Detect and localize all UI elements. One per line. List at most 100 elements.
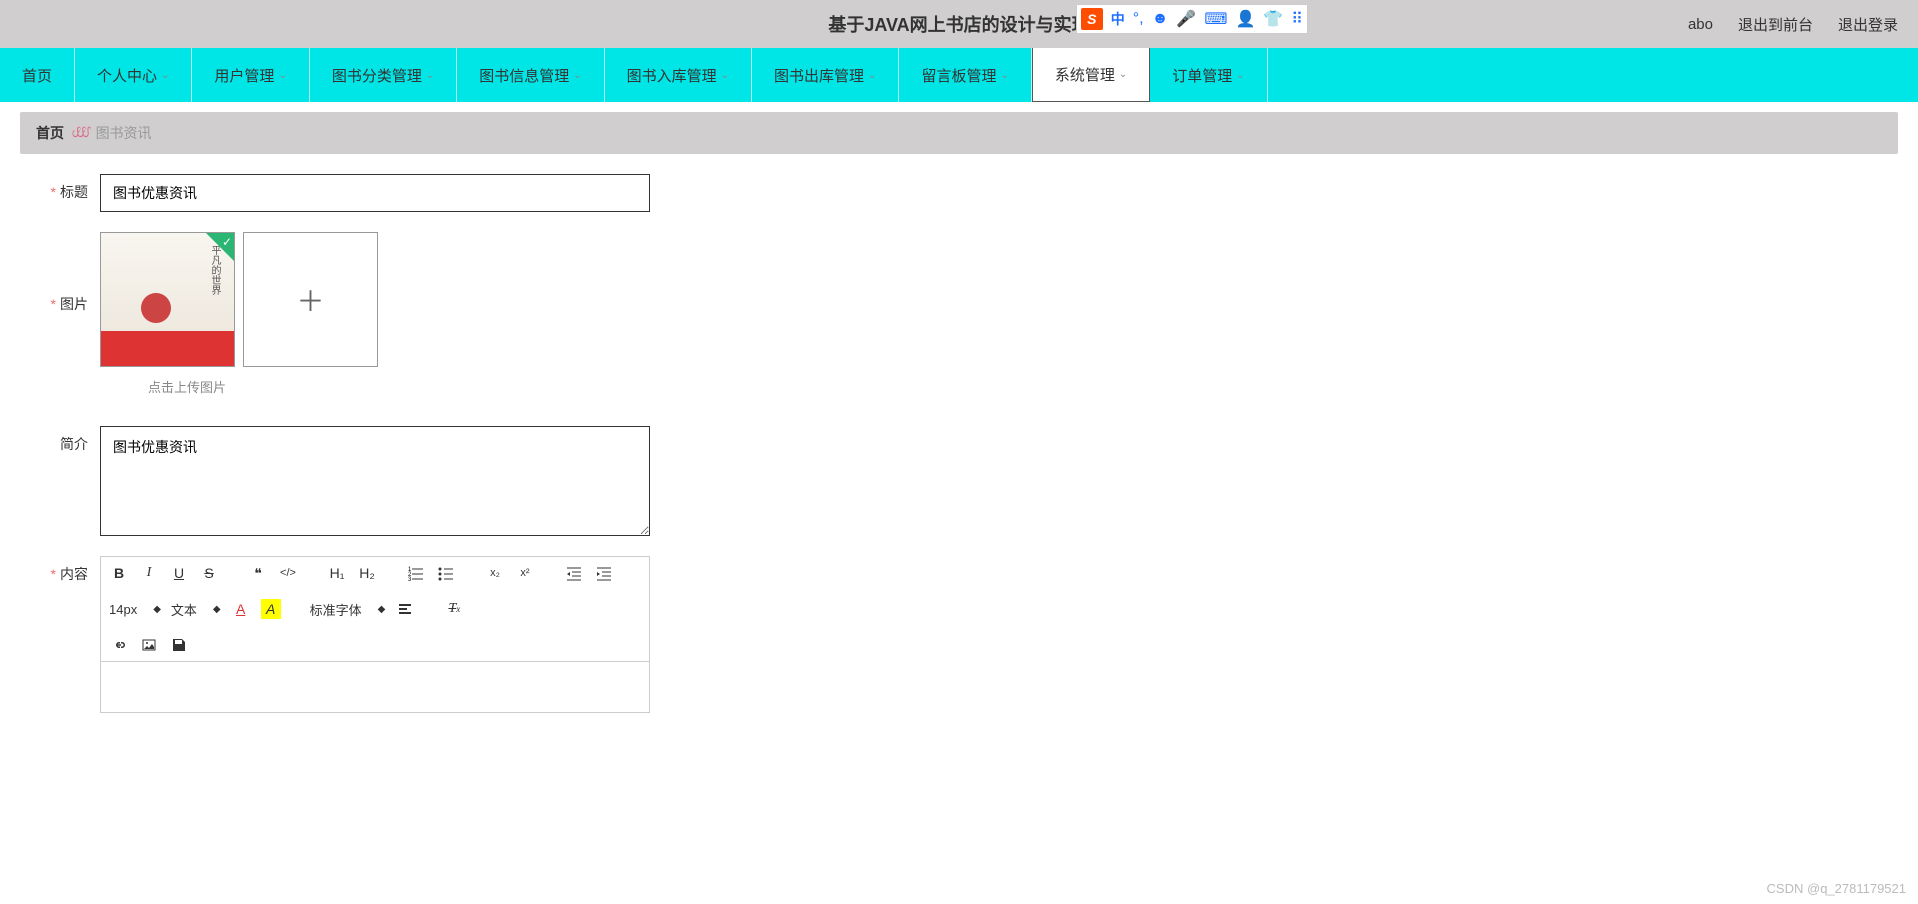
- caret-icon: ◆: [153, 604, 161, 615]
- breadcrumb-home[interactable]: 首页: [36, 123, 64, 143]
- exit-front-link[interactable]: 退出到前台: [1738, 14, 1813, 35]
- nav-item[interactable]: 用户管理 ⌄: [192, 48, 309, 102]
- header-bar: 基于JAVA网上书店的设计与实现 S 中 °, ☻ 🎤 ⌨ 👤 👕 ⠿ abo …: [0, 0, 1918, 48]
- italic-button[interactable]: I: [139, 563, 159, 583]
- chevron-down-icon: ⌄: [721, 70, 729, 81]
- quote-button[interactable]: ❝: [248, 563, 268, 583]
- image-list: 平凡的世界 ＋: [100, 232, 378, 367]
- nav-label: 留言板管理: [921, 65, 996, 86]
- ime-badge-icon: S: [1081, 8, 1103, 30]
- nav-label: 首页: [22, 65, 52, 86]
- nav-label: 图书入库管理: [627, 65, 717, 86]
- nav-label: 个人中心: [97, 65, 157, 86]
- plus-icon: ＋: [296, 280, 324, 320]
- label-content: 内容: [40, 556, 100, 584]
- label-title: 标题: [40, 174, 100, 202]
- row-intro: 简介: [40, 426, 1878, 536]
- ime-grid-icon[interactable]: ⠿: [1291, 9, 1303, 29]
- fontfamily-select[interactable]: 标准字体 ◆: [310, 600, 386, 619]
- main-nav: 首页个人中心⌄用户管理⌄图书分类管理⌄图书信息管理⌄图书入库管理⌄图书出库管理⌄…: [0, 48, 1918, 102]
- nav-label: 图书出库管理: [774, 65, 864, 86]
- exit-login-link[interactable]: 退出登录: [1838, 14, 1898, 35]
- chevron-down-icon: ⌄: [1000, 70, 1008, 81]
- breadcrumb-current: 图书资讯: [96, 123, 152, 143]
- code-button[interactable]: </>: [278, 563, 298, 583]
- ime-shirt-icon[interactable]: 👕: [1263, 9, 1283, 29]
- ime-lang[interactable]: 中: [1111, 9, 1125, 29]
- superscript-button[interactable]: x²: [515, 563, 535, 583]
- nav-item[interactable]: 系统管理 ⌄: [1032, 48, 1150, 102]
- label-intro: 简介: [40, 426, 100, 454]
- editor-toolbar: B I U S ❝ </> H₁ H₂ 123 x₂ x²: [101, 557, 649, 662]
- watermark: CSDN @q_2781179521: [1767, 881, 1906, 896]
- ordered-list-button[interactable]: 123: [406, 563, 426, 583]
- nav-label: 订单管理: [1172, 65, 1232, 86]
- underline-button[interactable]: U: [169, 563, 189, 583]
- rich-editor: B I U S ❝ </> H₁ H₂ 123 x₂ x²: [100, 556, 650, 713]
- breadcrumb-sep-icon: ᦔᦔᦔ: [72, 124, 88, 142]
- nav-label: 系统管理: [1055, 64, 1115, 85]
- form-area: 标题 图片 平凡的世界 ＋ 点击上传图片 简介: [0, 154, 1918, 753]
- fontsize-select[interactable]: 14px ◆: [109, 602, 161, 617]
- user-label[interactable]: abo: [1688, 16, 1713, 33]
- chevron-down-icon: ⌄: [278, 70, 286, 81]
- image-button[interactable]: [139, 635, 159, 655]
- strike-button[interactable]: S: [199, 563, 219, 583]
- ime-person-icon[interactable]: 👤: [1235, 9, 1255, 29]
- nav-item[interactable]: 图书出库管理 ⌄: [752, 48, 899, 102]
- breadcrumb: 首页 ᦔᦔᦔ 图书资讯: [20, 112, 1898, 154]
- indent-dec-button[interactable]: [564, 563, 584, 583]
- chevron-down-icon: ⌄: [426, 70, 434, 81]
- subscript-button[interactable]: x₂: [485, 563, 505, 583]
- indent-inc-button[interactable]: [594, 563, 614, 583]
- ime-mic-icon[interactable]: 🎤: [1176, 9, 1196, 29]
- chevron-down-icon: ⌄: [868, 70, 876, 81]
- align-button[interactable]: [395, 599, 415, 619]
- editor-body[interactable]: [101, 662, 649, 712]
- link-button[interactable]: [109, 635, 129, 655]
- ime-toolbar[interactable]: S 中 °, ☻ 🎤 ⌨ 👤 👕 ⠿: [1076, 4, 1308, 34]
- nav-label: 用户管理: [214, 65, 274, 86]
- row-content: 内容 B I U S ❝ </> H₁ H₂ 123: [40, 556, 1878, 713]
- nav-item[interactable]: 留言板管理 ⌄: [899, 48, 1031, 102]
- blocktype-select[interactable]: 文本 ◆: [171, 600, 221, 619]
- intro-textarea[interactable]: [100, 426, 650, 536]
- blocktype-value: 文本: [171, 600, 197, 619]
- label-image: 图片: [40, 286, 100, 314]
- ime-keyboard-icon[interactable]: ⌨: [1204, 9, 1227, 29]
- chevron-down-icon: ⌄: [573, 70, 581, 81]
- chevron-down-icon: ⌄: [161, 70, 169, 81]
- nav-item[interactable]: 图书入库管理 ⌄: [605, 48, 752, 102]
- bold-button[interactable]: B: [109, 563, 129, 583]
- uploaded-image[interactable]: 平凡的世界: [100, 232, 235, 367]
- chevron-down-icon: ⌄: [1236, 70, 1244, 81]
- chevron-down-icon: ⌄: [1119, 69, 1127, 80]
- fontsize-value: 14px: [109, 602, 137, 617]
- nav-item[interactable]: 个人中心 ⌄: [75, 48, 192, 102]
- unordered-list-button[interactable]: [436, 563, 456, 583]
- save-button[interactable]: [169, 635, 189, 655]
- nav-item[interactable]: 图书信息管理⌄: [457, 48, 604, 102]
- ime-punct-icon[interactable]: °,: [1133, 10, 1144, 28]
- ime-face-icon[interactable]: ☻: [1152, 10, 1169, 28]
- svg-text:3: 3: [408, 577, 412, 581]
- add-image-button[interactable]: ＋: [243, 232, 378, 367]
- header-right: abo 退出到前台 退出登录: [1688, 14, 1898, 35]
- nav-item[interactable]: 图书分类管理⌄: [310, 48, 457, 102]
- caret-icon: ◆: [213, 604, 221, 615]
- book-cover-figure: [141, 293, 171, 323]
- h2-button[interactable]: H₂: [357, 563, 377, 583]
- clear-format-button[interactable]: Tx: [444, 599, 464, 619]
- bg-color-button[interactable]: A: [261, 599, 281, 619]
- row-title: 标题: [40, 174, 1878, 212]
- h1-button[interactable]: H₁: [327, 563, 347, 583]
- app-title: 基于JAVA网上书店的设计与实现: [828, 11, 1089, 37]
- nav-item[interactable]: 首页: [0, 48, 75, 102]
- caret-icon: ◆: [378, 604, 386, 615]
- check-icon: [206, 233, 234, 261]
- nav-item[interactable]: 订单管理 ⌄: [1150, 48, 1267, 102]
- upload-hint: 点击上传图片: [148, 377, 1878, 396]
- text-color-button[interactable]: A: [231, 599, 251, 619]
- title-input[interactable]: [100, 174, 650, 212]
- book-cover-band: [101, 331, 234, 366]
